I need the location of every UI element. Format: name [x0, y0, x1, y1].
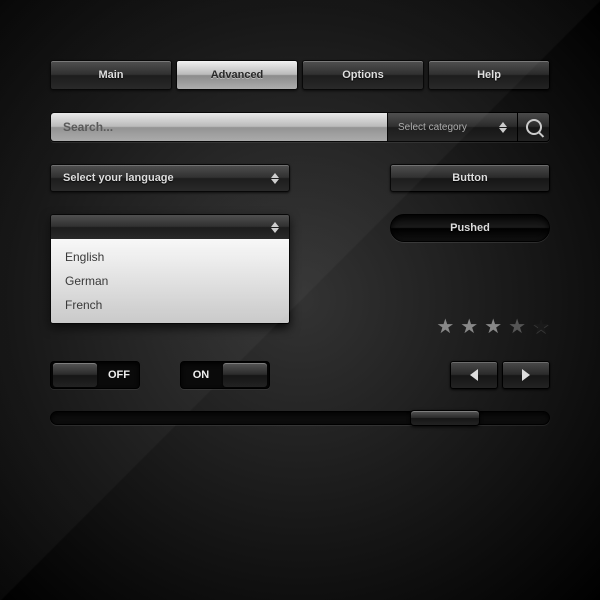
- chevron-right-icon: [522, 369, 530, 381]
- search-category-label: Select category: [398, 122, 467, 133]
- star-icon[interactable]: ★: [484, 314, 502, 339]
- tab-label: Main: [98, 69, 123, 81]
- language-select-label: Select your language: [63, 172, 174, 184]
- scrollbar-thumb[interactable]: [410, 410, 480, 426]
- search-button[interactable]: [517, 113, 549, 141]
- search-bar: Select category: [50, 112, 550, 142]
- tab-advanced[interactable]: Advanced: [176, 60, 298, 90]
- horizontal-scrollbar[interactable]: [50, 411, 550, 425]
- toggle-knob: [53, 363, 97, 387]
- tab-label: Options: [342, 69, 384, 81]
- toggle-label: ON: [181, 369, 221, 381]
- star-icon[interactable]: ★: [436, 314, 454, 339]
- tab-options[interactable]: Options: [302, 60, 424, 90]
- dropdown-head[interactable]: [51, 215, 289, 239]
- search-input[interactable]: [51, 113, 387, 141]
- step-prev-button[interactable]: [450, 361, 498, 389]
- spinner-icon: [267, 222, 283, 233]
- toggle-knob: [223, 363, 267, 387]
- dropdown-item-german[interactable]: German: [51, 269, 289, 293]
- tab-label: Advanced: [211, 69, 264, 81]
- tab-help[interactable]: Help: [428, 60, 550, 90]
- chevron-left-icon: [470, 369, 478, 381]
- button-pushed[interactable]: Pushed: [390, 214, 550, 242]
- tab-label: Help: [477, 69, 501, 81]
- step-next-button[interactable]: [502, 361, 550, 389]
- button-label: Button: [452, 172, 487, 184]
- tab-bar: Main Advanced Options Help: [50, 60, 550, 90]
- dropdown-item-french[interactable]: French: [51, 293, 289, 317]
- star-icon[interactable]: ★: [460, 314, 478, 339]
- toggle-off[interactable]: OFF: [50, 361, 140, 389]
- spinner-icon: [267, 173, 283, 184]
- toggle-label: OFF: [99, 369, 139, 381]
- arrow-stepper: [450, 361, 550, 389]
- search-category-select[interactable]: Select category: [387, 113, 517, 141]
- dropdown-item-english[interactable]: English: [51, 245, 289, 269]
- button-label: Pushed: [450, 222, 490, 234]
- toggle-on[interactable]: ON: [180, 361, 270, 389]
- tab-main[interactable]: Main: [50, 60, 172, 90]
- star-icon[interactable]: ★: [532, 314, 550, 339]
- language-dropdown: English German French: [50, 214, 290, 324]
- search-icon: [526, 119, 542, 135]
- language-select[interactable]: Select your language: [50, 164, 290, 192]
- dropdown-list: English German French: [51, 239, 289, 323]
- button-default[interactable]: Button: [390, 164, 550, 192]
- star-icon[interactable]: ★: [508, 314, 526, 339]
- star-rating[interactable]: ★ ★ ★ ★ ★: [436, 314, 550, 339]
- spinner-icon: [495, 122, 511, 133]
